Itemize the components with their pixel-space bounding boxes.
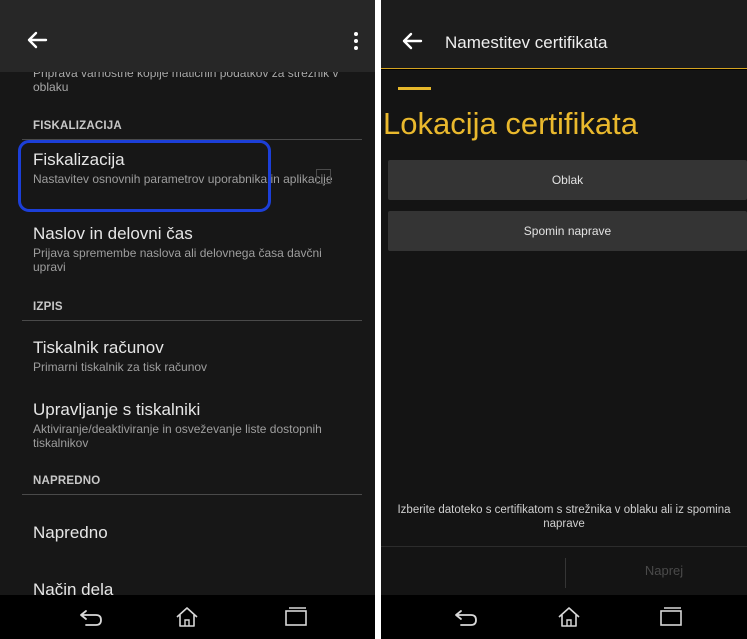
accent-dash [398,87,431,90]
action-bar: Namestitev certifikata [381,0,747,69]
pref-title: Napredno [33,523,108,542]
nav-home-icon[interactable] [556,605,582,629]
action-bar [0,0,375,72]
section-divider [22,494,362,495]
pref-title: Način dela [33,580,114,595]
pref-nacin-dela[interactable]: Način dela [33,580,353,595]
nav-back-icon[interactable] [453,605,479,629]
back-arrow-icon[interactable] [399,28,425,54]
back-arrow-icon[interactable] [22,25,52,55]
overflow-menu-icon[interactable] [350,30,362,54]
fiskalizacija-checkbox[interactable] [316,169,331,184]
certificate-location-panel: Lokacija certifikata Oblak Spomin naprav… [381,70,747,595]
nav-recents-icon[interactable] [283,605,309,629]
pref-summary: Primarni tiskalnik za tisk računov [33,360,208,374]
screen-title: Namestitev certifikata [445,33,608,52]
pref-naslov-delovni-cas[interactable]: Naslov in delovni čas Prijava spremembe … [33,224,353,274]
pref-tiskalnik-racunov[interactable]: Tiskalnik računov Primarni tiskalnik za … [33,338,353,374]
settings-list[interactable]: Priprava varnostne kopije matičnih podat… [0,72,375,595]
section-header-fiskalizacija: FISKALIZACIJA [33,120,122,132]
nav-home-icon[interactable] [174,605,200,629]
instruction-text: Izberite datoteko s certifikatom s strež… [397,504,731,530]
footer-divider [381,546,747,547]
system-nav-bar [381,595,747,639]
device-storage-button[interactable]: Spomin naprave [388,211,747,251]
nav-recents-icon[interactable] [658,605,684,629]
certificate-install-screen: Namestitev certifikata Lokacija certifik… [381,0,747,639]
pref-title: Tiskalnik računov [33,338,164,357]
highlight-outline [18,140,271,212]
backup-item-summary: Priprava varnostne kopije matičnih podat… [33,72,339,94]
pref-title: Upravljanje s tiskalniki [33,400,201,419]
page-heading: Lokacija certifikata [383,106,639,141]
section-header-napredno: NAPREDNO [33,475,101,487]
cloud-button[interactable]: Oblak [388,160,747,200]
pref-title: Naslov in delovni čas [33,224,193,243]
pref-upravljanje-tiskalniki[interactable]: Upravljanje s tiskalniki Aktiviranje/dea… [33,400,353,450]
nav-back-icon[interactable] [78,605,104,629]
footer-separator [565,558,566,588]
pref-summary: Prijava spremembe naslova ali delovnega … [33,246,322,274]
section-divider [22,320,362,321]
pref-summary: Aktiviranje/deaktiviranje in osveževanje… [33,422,322,450]
next-button[interactable]: Naprej [581,548,747,594]
settings-screen: Priprava varnostne kopije matičnih podat… [0,0,375,639]
section-header-izpis: IZPIS [33,301,63,313]
system-nav-bar [0,595,375,639]
pref-napredno[interactable]: Napredno [33,523,353,543]
